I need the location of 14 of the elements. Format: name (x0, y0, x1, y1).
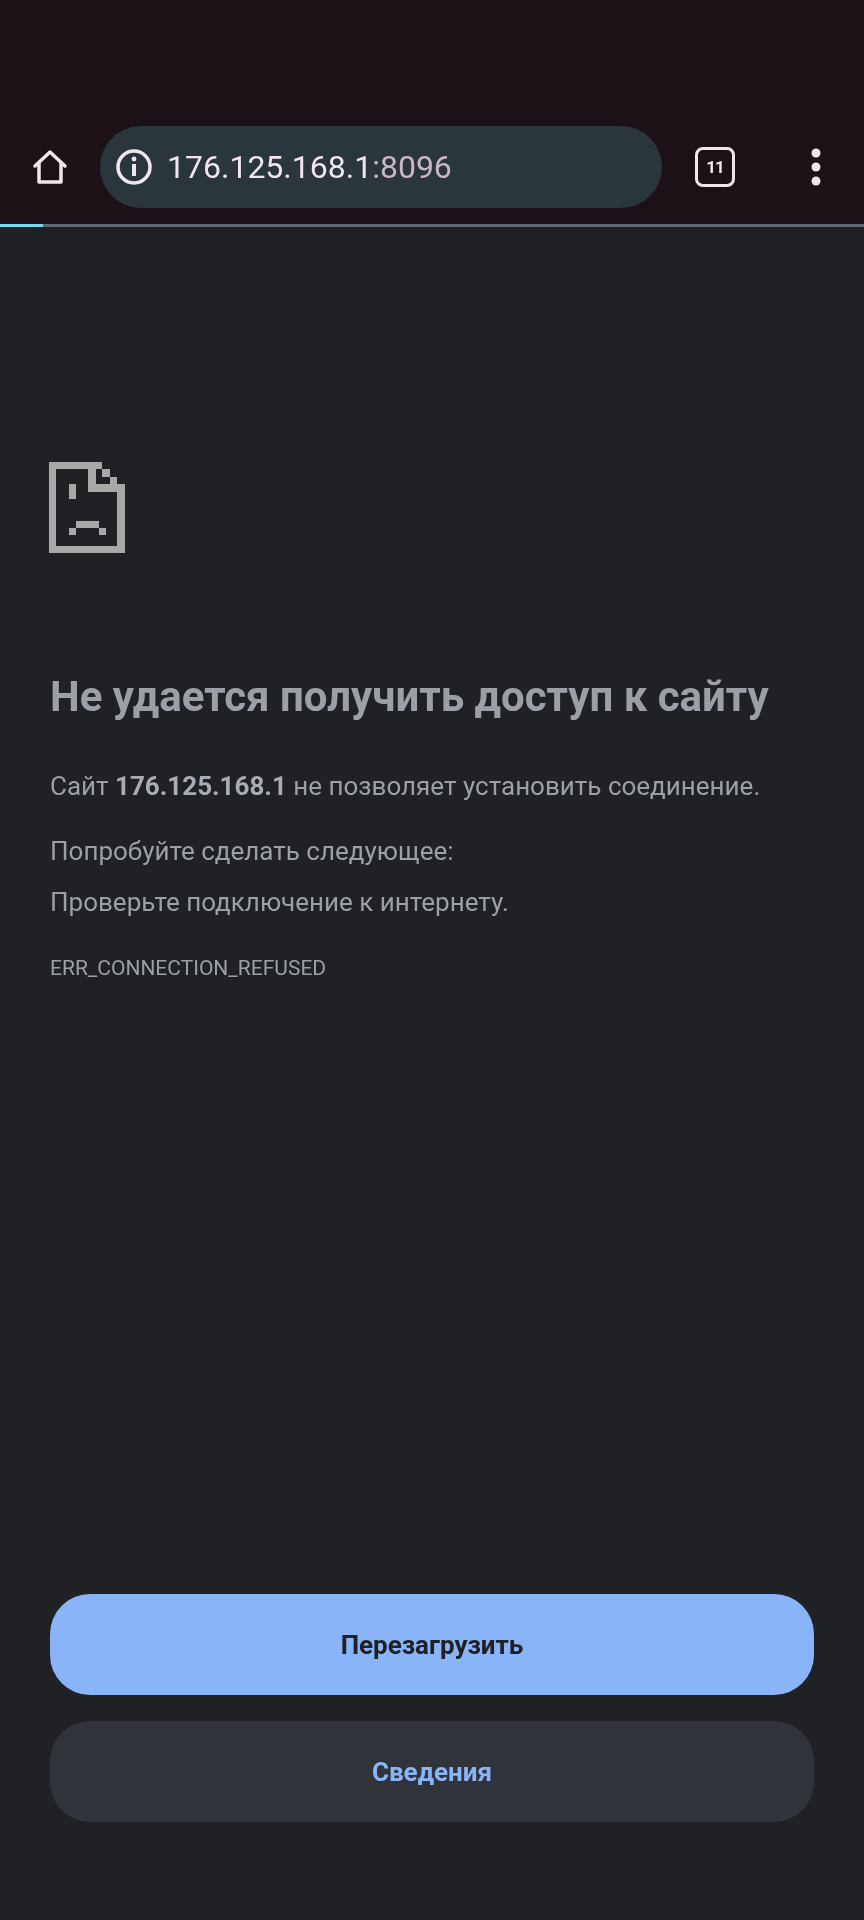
home-icon[interactable] (30, 147, 70, 187)
tab-switcher[interactable]: 11 (695, 147, 735, 187)
suggestion-text: Проверьте подключение к интернету. (50, 886, 510, 919)
menu-icon[interactable] (810, 147, 822, 187)
details-button[interactable]: Сведения (50, 1721, 814, 1822)
error-code: ERR_CONNECTION_REFUSED (50, 955, 328, 982)
error-title: Не удается получить доступ к сайту (50, 671, 770, 723)
sad-page-icon (49, 462, 125, 553)
url-text: 176.125.168.1:8096 (167, 148, 452, 186)
reload-button[interactable]: Перезагрузить (50, 1594, 814, 1695)
address-bar[interactable]: 176.125.168.1:8096 (100, 126, 662, 208)
error-message: Сайт 176.125.168.1 не позволяет установить соединение. (50, 770, 762, 803)
suggestions-heading: Попробуйте сделать следующее: (50, 835, 455, 868)
info-icon[interactable] (115, 148, 153, 186)
